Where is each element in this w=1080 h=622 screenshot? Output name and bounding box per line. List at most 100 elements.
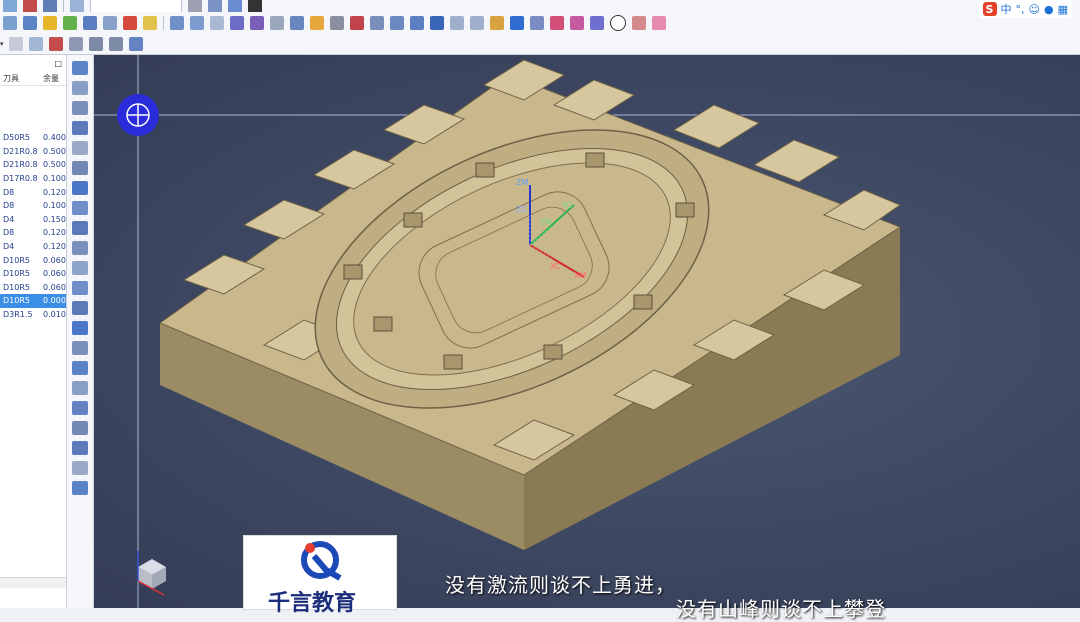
resource-icon[interactable]	[72, 221, 88, 235]
layer-icon[interactable]	[83, 16, 97, 30]
horizontal-scrollbar[interactable]	[0, 577, 66, 588]
ime-toolbar[interactable]: S 中 °, ☺ ● ▦	[978, 0, 1072, 18]
column-allowance[interactable]: 余量	[43, 73, 59, 84]
measure-icon[interactable]	[410, 16, 424, 30]
resource-icon[interactable]	[72, 321, 88, 335]
red-cube-icon[interactable]	[350, 16, 364, 30]
text-tool-icon[interactable]	[490, 16, 504, 30]
chevron-down-icon[interactable]: ▾	[0, 40, 4, 48]
model-view[interactable]	[94, 55, 1080, 608]
tool-allowance: 0.100	[43, 174, 66, 184]
pipe-icon[interactable]	[390, 16, 404, 30]
mold-part[interactable]	[158, 59, 902, 550]
select-icon[interactable]	[48, 37, 63, 51]
resource-icon[interactable]	[72, 461, 88, 475]
tool-row[interactable]: D4 0.150	[0, 213, 66, 227]
view-triad-cube[interactable]	[137, 551, 166, 596]
shaded-icon[interactable]	[43, 16, 57, 30]
orient-icon[interactable]	[103, 16, 117, 30]
sketch-icon[interactable]	[170, 16, 184, 30]
pattern-icon[interactable]	[210, 16, 224, 30]
tool-name: D4	[3, 214, 15, 224]
resource-icon[interactable]	[72, 81, 88, 95]
resource-icon[interactable]	[72, 301, 88, 315]
grid-pink-icon[interactable]	[550, 16, 564, 30]
resource-icon[interactable]	[72, 61, 88, 75]
section-icon[interactable]	[330, 16, 344, 30]
resource-icon[interactable]	[72, 281, 88, 295]
red-shape-icon[interactable]	[123, 16, 137, 30]
tool-row[interactable]: D21R0.8 0.500	[0, 158, 66, 172]
pink-box-icon[interactable]	[652, 16, 666, 30]
tool-allowance: 0.500	[43, 160, 66, 170]
filter-icon[interactable]	[28, 37, 43, 51]
graphics-viewport[interactable]: ZM ZC YC YM XC XM	[94, 55, 1080, 608]
highlight-icon[interactable]	[143, 16, 157, 30]
tool-row[interactable]: D4 0.120	[0, 240, 66, 254]
tool-row[interactable]: D10R5 0.060	[0, 253, 66, 267]
resource-icon[interactable]	[72, 361, 88, 375]
split-icon[interactable]	[370, 16, 384, 30]
surface-icon[interactable]	[230, 16, 244, 30]
square-icon[interactable]	[570, 16, 584, 30]
datum-icon[interactable]	[190, 16, 204, 30]
resource-icon[interactable]	[72, 181, 88, 195]
resource-icon[interactable]	[72, 481, 88, 495]
resource-icon[interactable]	[72, 401, 88, 415]
arc-icon[interactable]	[632, 16, 646, 30]
tool-allowance: 0.150	[43, 214, 66, 224]
move-icon[interactable]	[68, 37, 83, 51]
resource-icon[interactable]	[72, 101, 88, 115]
resource-icon[interactable]	[72, 141, 88, 155]
resource-icon[interactable]	[72, 201, 88, 215]
rect-icon[interactable]	[450, 16, 464, 30]
ime-lang[interactable]: 中	[1001, 1, 1012, 17]
mesh-icon[interactable]	[270, 16, 284, 30]
curve-icon[interactable]	[590, 16, 604, 30]
box-icon[interactable]	[250, 16, 264, 30]
axis-xc-label: XC	[550, 262, 561, 271]
point-icon[interactable]	[88, 37, 103, 51]
tool-row[interactable]: D8 0.120	[0, 226, 66, 240]
resource-icon[interactable]	[72, 241, 88, 255]
resource-icon[interactable]	[72, 421, 88, 435]
circle-icon[interactable]	[610, 15, 626, 31]
resource-icon[interactable]	[72, 261, 88, 275]
eraser-icon[interactable]	[310, 16, 324, 30]
resource-icon[interactable]	[72, 121, 88, 135]
resource-icon[interactable]	[72, 161, 88, 175]
hexagon-icon[interactable]	[470, 16, 484, 30]
tool-row[interactable]: D50R5 0.400	[0, 131, 66, 145]
green-cube-icon[interactable]	[63, 16, 77, 30]
grid-icon[interactable]	[530, 16, 544, 30]
tool-row[interactable]: D10R5 0.060	[0, 281, 66, 295]
resource-icon[interactable]	[72, 341, 88, 355]
joint-icon[interactable]	[430, 16, 444, 30]
origin-marker[interactable]	[117, 94, 159, 136]
target-icon[interactable]	[108, 37, 123, 51]
tool-row[interactable]: D21R0.8 0.500	[0, 145, 66, 159]
tool-row[interactable]: D8 0.120	[0, 185, 66, 199]
ime-punct[interactable]: °,	[1016, 3, 1025, 16]
tool-name: D3R1.5	[3, 310, 33, 320]
tool-row[interactable]: D10R5 0.060	[0, 267, 66, 281]
tool-name: D10R5	[3, 255, 30, 265]
keyboard-icon[interactable]: ▦	[1058, 3, 1068, 16]
pocket	[373, 316, 393, 332]
snap-icon[interactable]	[8, 37, 23, 51]
tool-row[interactable]: D17R0.8 0.100	[0, 172, 66, 186]
u-shape-icon[interactable]	[510, 16, 524, 30]
maximize-icon[interactable]: □	[54, 59, 62, 68]
column-tool[interactable]: 刀具	[0, 73, 43, 84]
resource-icon[interactable]	[72, 441, 88, 455]
tool-row[interactable]: D10R5 0.000	[0, 294, 66, 308]
tool-row[interactable]: D8 0.100	[0, 199, 66, 213]
solid-icon[interactable]	[290, 16, 304, 30]
mic-icon[interactable]: ●	[1044, 3, 1054, 16]
zoom-icon[interactable]	[23, 16, 37, 30]
tool-row[interactable]: D3R1.5 0.010	[0, 308, 66, 322]
fit-view-icon[interactable]	[3, 16, 17, 30]
emoji-icon[interactable]: ☺	[1029, 3, 1040, 16]
cube-small-icon[interactable]	[128, 37, 143, 51]
resource-icon[interactable]	[72, 381, 88, 395]
